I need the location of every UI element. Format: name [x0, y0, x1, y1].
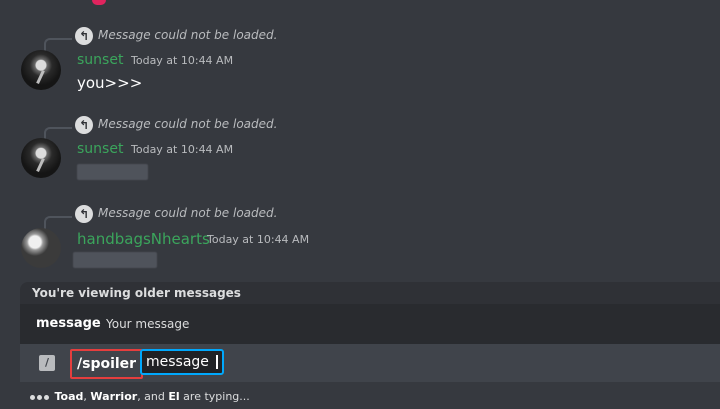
typing-user: El [168, 390, 180, 403]
slash-command-chip[interactable]: /spoiler [70, 349, 144, 379]
message-content: you>>> [77, 74, 143, 92]
message-content-placeholder [77, 164, 148, 180]
username[interactable]: handbagsNhearts [77, 230, 210, 248]
typing-user: Toad [54, 390, 84, 403]
reply-preview-text[interactable]: Message could not be loaded. [98, 28, 277, 42]
option-description: Your message [106, 317, 190, 331]
typing-dot-icon [37, 394, 42, 400]
parameter-label: message [146, 354, 209, 370]
avatar[interactable] [21, 228, 61, 268]
older-messages-banner[interactable]: You're viewing older messages [20, 282, 720, 304]
message-content-placeholder [73, 252, 157, 268]
message-timestamp: Today at 10:44 AM [131, 143, 234, 156]
reply-arrow-icon: ↰ [75, 205, 93, 223]
typing-indicator: Toad, Warrior, and El are typing... [30, 390, 250, 403]
username[interactable]: sunset [77, 52, 123, 68]
message-timestamp: Today at 10:44 AM [131, 54, 234, 67]
reply-arrow-icon: ↰ [75, 116, 93, 134]
option-name: message [36, 316, 101, 331]
username[interactable]: sunset [77, 141, 123, 157]
typing-user: Warrior [90, 390, 138, 403]
reply-preview-text[interactable]: Message could not be loaded. [98, 117, 277, 131]
command-option-row[interactable]: message Your message [20, 304, 720, 344]
reply-arrow-icon: ↰ [75, 27, 93, 45]
command-parameter-input[interactable]: message [140, 349, 224, 375]
avatar[interactable] [21, 138, 61, 178]
typing-dot-icon [30, 394, 35, 400]
message-timestamp: Today at 10:44 AM [207, 233, 310, 246]
avatar[interactable] [21, 50, 61, 90]
text-caret [216, 355, 218, 369]
reply-preview-text[interactable]: Message could not be loaded. [98, 206, 277, 220]
older-messages-text: You're viewing older messages [32, 286, 241, 300]
typing-suffix: are typing... [183, 390, 250, 403]
message-composer[interactable]: / /spoiler message [20, 344, 720, 382]
typing-dot-icon [44, 394, 49, 400]
top-partial-badge [92, 0, 106, 5]
slash-command-icon: / [39, 355, 55, 371]
